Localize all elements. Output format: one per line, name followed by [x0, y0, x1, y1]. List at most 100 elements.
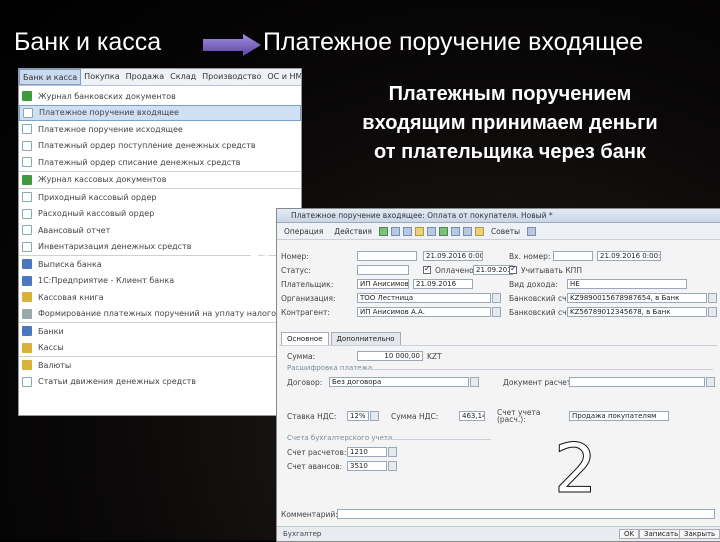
counterparty-field[interactable]: ИП Анисимов А.А. [357, 307, 491, 317]
contract-label: Договор: [287, 378, 323, 387]
ok-button[interactable]: OK [619, 529, 640, 539]
menu-item-label: Приходный кассовый ордер [38, 192, 157, 202]
in-date-field[interactable]: 21.09.2016 0:00:00 [597, 251, 661, 261]
cp-bank-account-field[interactable]: KZ56789012345678, в Банк [567, 307, 707, 317]
payer-label: Плательщик: [281, 280, 334, 289]
save-icon[interactable] [402, 226, 412, 236]
payer-field[interactable]: ИП Анисимов [357, 279, 409, 289]
list-icon [22, 376, 32, 387]
account-field[interactable]: Продажа покупателям [569, 411, 669, 421]
menu-item[interactable]: 1С:Предприятие - Клиент банка [19, 273, 301, 290]
date-field[interactable]: 21.09.2016 0:00:00 [423, 251, 483, 261]
kpp-label: Учитывать КПП [521, 266, 582, 275]
paid-label: Оплачено [435, 266, 474, 275]
actions-menu-button[interactable]: Действия [330, 225, 376, 238]
menu-item-label: Формирование платежных поручений на упла… [38, 309, 281, 319]
menu-item-label: Авансовый отчет [38, 225, 111, 235]
menu-item-label: Платежный ордер поступление денежных сре… [38, 141, 256, 151]
menu-item-selected[interactable]: Платежное поручение входящее [19, 104, 301, 121]
organization-field[interactable]: ТОО Лестница [357, 293, 491, 303]
vat-sum-field[interactable]: 463,14 [459, 411, 485, 421]
in-number-field[interactable] [553, 251, 593, 261]
close-button[interactable]: Закрыть [679, 529, 720, 539]
annotation-number-2: 2 [554, 430, 598, 500]
help-icon[interactable] [527, 226, 537, 236]
account-label: Счет учета (расч.): [497, 408, 541, 424]
slide-caption: Платежным поручением входящим принимаем … [330, 80, 690, 167]
tab-main[interactable]: Основное [281, 332, 329, 345]
menu-item-label: 1С:Предприятие - Клиент банка [38, 276, 175, 286]
menu-warehouse[interactable]: Склад [167, 69, 199, 85]
decoding-header: Расшифровка платежа [287, 364, 373, 372]
bank-account-select-button[interactable] [708, 293, 717, 303]
menu-item[interactable]: Кассовая книга [19, 289, 301, 306]
menu-item-label: Платежное поручение входящее [39, 108, 179, 118]
form-window-title: Платежное поручение входящее: Оплата от … [277, 209, 720, 223]
vat-rate-field[interactable]: 12% [347, 411, 369, 421]
advance-account-select-button[interactable] [388, 461, 397, 471]
menu-item[interactable]: Формирование платежных поручений на упла… [19, 306, 301, 323]
settle-account-field[interactable]: 1210 [347, 447, 387, 457]
status-select[interactable] [357, 265, 409, 275]
menu-item-label: Выписка банка [38, 259, 102, 269]
organization-select-button[interactable] [492, 293, 501, 303]
in-number-label: Вх. номер: [509, 252, 551, 261]
client-bank-icon [22, 275, 32, 286]
svg-text:1: 1 [221, 190, 270, 270]
menu-item[interactable]: Кассы [19, 340, 301, 357]
settlement-doc-select-button[interactable] [706, 377, 715, 387]
menu-item[interactable]: Статьи движения денежных средств [19, 374, 301, 391]
contract-field[interactable]: Без договора [329, 377, 469, 387]
slide-title-left: Банк и касса [14, 28, 162, 56]
cp-bank-account-select-button[interactable] [708, 307, 717, 317]
form-toolbar: Операция Действия Советы [277, 223, 720, 240]
dt-kt-icon[interactable] [438, 226, 448, 236]
number-field[interactable] [357, 251, 417, 261]
menu-item[interactable]: Журнал кассовых документов [19, 172, 301, 189]
post-icon[interactable] [414, 226, 424, 236]
settlement-doc-field[interactable] [569, 377, 705, 387]
copy-icon[interactable] [390, 226, 400, 236]
new-icon[interactable] [378, 226, 388, 236]
advance-account-field[interactable]: 3510 [347, 461, 387, 471]
vat-rate-select-button[interactable] [370, 411, 379, 421]
document-icon [22, 140, 32, 151]
paid-checkbox[interactable] [423, 264, 431, 274]
sum-field[interactable]: 10 000,00 [357, 351, 423, 361]
book-icon [22, 292, 32, 303]
menu-item[interactable]: Платежный ордер поступление денежных сре… [19, 138, 301, 155]
menu-item[interactable]: Платежное поручение исходящее [19, 121, 301, 138]
kpp-checkbox[interactable] [509, 264, 517, 274]
print-icon[interactable] [462, 226, 472, 236]
paid-date-field[interactable]: 21.09.2016 [473, 265, 513, 275]
organization-label: Организация: [281, 294, 336, 303]
menu-item-label: Журнал банковских документов [38, 91, 176, 101]
menu-item-label: Кассовая книга [38, 292, 104, 302]
write-button[interactable]: Записать [639, 529, 684, 539]
bank-account-field[interactable]: KZ9890015678987654, в Банк [567, 293, 707, 303]
counterparty-select-button[interactable] [492, 307, 501, 317]
operation-menu-button[interactable]: Операция [280, 225, 327, 238]
structure-icon[interactable] [450, 226, 460, 236]
menu-item[interactable]: Валюты [19, 357, 301, 374]
menu-purchase[interactable]: Покупка [81, 69, 122, 85]
payer-date-field[interactable]: 21.09.2016 [413, 279, 473, 289]
menu-sales[interactable]: Продажа [123, 69, 168, 85]
settle-account-select-button[interactable] [388, 447, 397, 457]
group-divider [357, 369, 713, 370]
menu-item[interactable]: Платежный ордер списание денежных средст… [19, 154, 301, 172]
menu-production[interactable]: Производство [199, 69, 264, 85]
comment-field[interactable] [337, 509, 715, 519]
menu-bank-cash[interactable]: Банк и касса [19, 69, 82, 85]
svg-text:2: 2 [554, 430, 597, 500]
group-divider [381, 439, 491, 440]
tab-additional[interactable]: Дополнительно [330, 332, 401, 345]
income-type-field[interactable]: НЕ [567, 279, 687, 289]
caption-line: входящим принимаем деньги [362, 112, 658, 134]
menu-item[interactable]: Журнал банковских документов [19, 88, 301, 105]
menu-item[interactable]: Банки [19, 323, 301, 340]
contract-select-button[interactable] [470, 377, 479, 387]
menu-fixed-assets[interactable]: ОС и НМА [264, 69, 301, 85]
advice-button[interactable]: Советы [487, 225, 524, 238]
refresh-icon[interactable] [426, 226, 436, 236]
